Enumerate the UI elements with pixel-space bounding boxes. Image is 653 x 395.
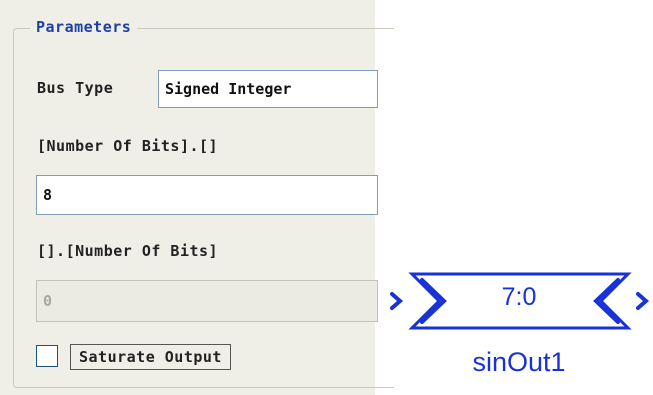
frac-bits-input[interactable]: 0 xyxy=(36,280,378,322)
int-bits-label: [Number Of Bits].[] xyxy=(37,137,219,155)
saturate-label[interactable]: Saturate Output xyxy=(70,344,231,370)
bus-type-label: Bus Type xyxy=(37,79,114,97)
bus-width-label: 7:0 xyxy=(501,283,537,311)
parameters-legend: Parameters xyxy=(30,18,138,36)
bus-type-select[interactable]: Signed Integer xyxy=(158,70,378,108)
saturate-checkbox[interactable] xyxy=(36,345,58,367)
frac-bits-label: [].[Number Of Bits] xyxy=(37,242,219,260)
block-name-label: sinOut1 xyxy=(472,347,566,377)
input-chevron-icon xyxy=(390,292,404,310)
int-bits-input[interactable]: 8 xyxy=(36,175,378,215)
output-chevron-icon xyxy=(636,292,650,310)
parameters-panel: Parameters Bus Type Signed Integer [Numb… xyxy=(0,0,394,395)
